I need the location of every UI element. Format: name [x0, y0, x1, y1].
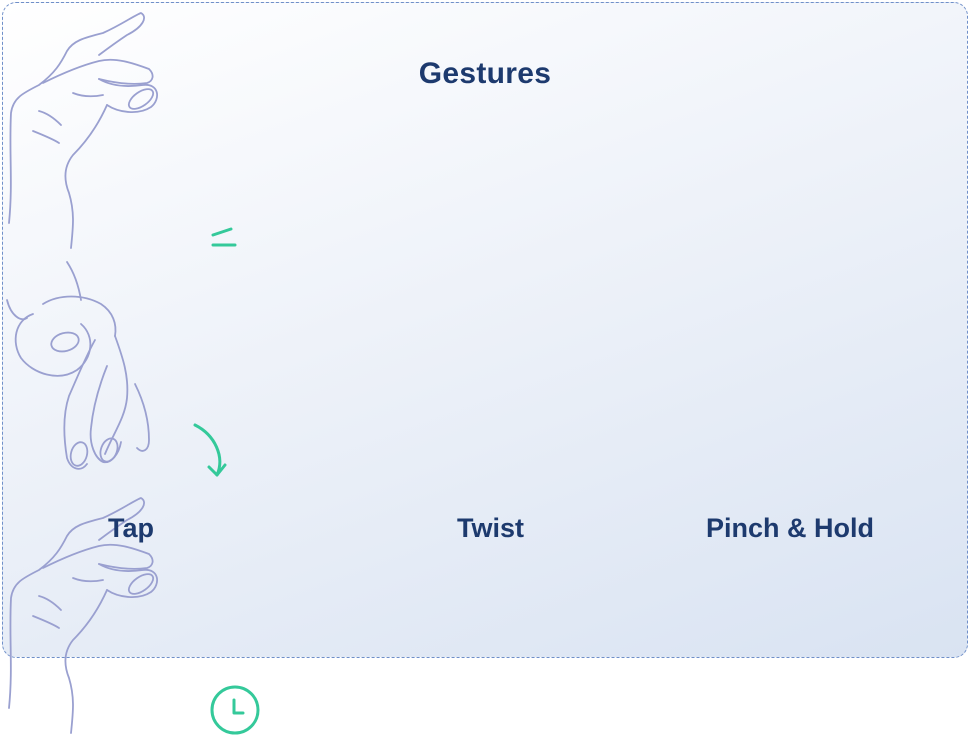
- gesture-twist: Twist: [3, 258, 967, 543]
- gesture-label-tap: Tap: [108, 513, 154, 543]
- page-title: Gestures: [418, 57, 552, 90]
- pinch-hand-icon: [8, 497, 158, 734]
- gesture-tap: Tap: [3, 3, 967, 543]
- twist-hand-icon: [6, 261, 150, 470]
- gestures-card: Gestures Tap Twist Pinch & Hold: [2, 2, 968, 735]
- gesture-label-twist: Twist: [457, 513, 524, 543]
- tap-lines-icon: [211, 227, 237, 247]
- clock-icon: [210, 685, 260, 735]
- tap-hand-icon: [8, 12, 158, 249]
- gesture-label-pinch-hold: Pinch & Hold: [706, 513, 874, 543]
- curved-arrow-icon: [193, 423, 227, 477]
